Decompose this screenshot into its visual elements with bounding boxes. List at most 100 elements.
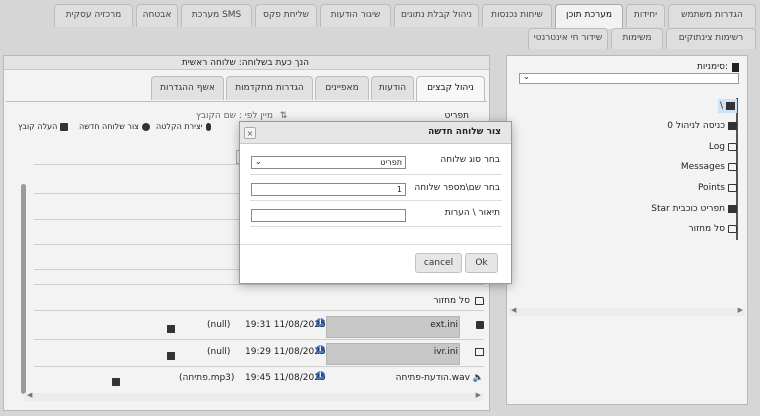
dialog-title: צור שלוחה חדשה	[428, 127, 501, 137]
divider	[250, 226, 502, 227]
tab-tasks[interactable]: משימות	[611, 28, 663, 49]
external-link-icon	[728, 121, 737, 130]
scroll-right-icon: ▶	[475, 391, 481, 399]
menu-type-label: תפריט	[444, 111, 469, 121]
tab-incoming-calls[interactable]: שיחות נכנסות	[482, 4, 552, 27]
file-size: (null)	[207, 347, 231, 357]
subtab-messages[interactable]: הודעות	[371, 76, 414, 100]
file-date: 19:31 11/08/2025	[245, 320, 326, 330]
close-icon[interactable]: ×	[244, 127, 256, 139]
trash-icon[interactable]	[112, 378, 120, 386]
scroll-right-icon: ▶	[737, 306, 743, 314]
chevron-down-icon: ⌄	[523, 72, 530, 81]
tree-item-label: Points	[697, 183, 725, 193]
current-extension-bar: הנך כעת בשלוחה: שלוחה ראשית	[4, 56, 489, 70]
bookmarks-label-row: סימניות:	[697, 62, 739, 72]
subtab-settings-wizard[interactable]: אשף ההגדרות	[151, 76, 224, 100]
tree-item-label: 0 כניסה לניהול	[667, 121, 725, 131]
folder-icon	[728, 142, 737, 151]
file-name: הודעת-פתיחה.wav	[395, 373, 470, 383]
microphone-icon	[205, 122, 211, 131]
tree-root[interactable]: \	[717, 99, 737, 113]
action-recording[interactable]: יצירת הקלטה	[156, 122, 211, 131]
sort-control[interactable]: מיין לפי : שם הקובץ ⇅	[196, 111, 287, 121]
description-input[interactable]	[251, 209, 406, 222]
tab-data-collection[interactable]: ניהול קבלת נתונים	[394, 4, 479, 27]
tree-item-label: סל מחזור	[688, 224, 725, 234]
extension-type-label: בחר סוג שלוחה	[440, 155, 500, 165]
tree-item-points[interactable]: Points	[698, 181, 737, 195]
action-new-extension[interactable]: צור שלוחה חדשה	[79, 122, 150, 131]
file-name: ext.ini	[430, 320, 458, 330]
folder-icon	[475, 297, 484, 305]
tree-item-admin-entry[interactable]: 0 כניסה לניהול	[667, 119, 737, 133]
upload-label: העלה קובץ	[18, 122, 58, 131]
file-date: 19:45 11/08/2025	[245, 373, 326, 383]
new-extension-label: צור שלוחה חדשה	[79, 122, 139, 131]
tab-sms-system[interactable]: מערכת SMS	[181, 4, 252, 27]
sort-label: מיין לפי : שם הקובץ	[196, 111, 273, 121]
tab-user-settings[interactable]: הגדרות משתמש	[668, 4, 756, 27]
subtab-properties[interactable]: מאפיינים	[315, 76, 369, 100]
tab-content-system[interactable]: מערכת תוכן	[555, 4, 623, 29]
bookmarks-select[interactable]: ⌄	[519, 72, 739, 84]
list-item-recycle-folder[interactable]: סל מחזור	[34, 292, 484, 312]
subtab-file-management[interactable]: ניהול קבצים	[416, 76, 485, 102]
subtab-advanced-settings[interactable]: הגדרות מתקדמות	[226, 76, 313, 100]
main-tab-bar: מרכזיה עסקית אבטחה מערכת SMS שליחת פקס ש…	[0, 0, 760, 50]
bookmark-icon	[732, 63, 739, 72]
trash-icon[interactable]	[167, 352, 175, 360]
tree-item-messages[interactable]: Messages	[681, 160, 737, 174]
file-list-vertical-scrollbar[interactable]	[21, 184, 26, 394]
tree-item-label: Log	[708, 142, 725, 152]
extension-name-value: 1	[396, 185, 402, 194]
folder-icon	[728, 183, 737, 192]
file-name: ivr.ini	[433, 347, 458, 357]
tree-horizontal-scrollbar[interactable]: ◀ ▶	[509, 306, 745, 316]
extension-name-input[interactable]: 1	[251, 183, 406, 196]
tab-send-messages[interactable]: שיגור הודעות	[320, 4, 391, 27]
folder-open-icon	[726, 101, 735, 110]
tab-fax[interactable]: שליחת פקס	[255, 4, 317, 27]
recycle-folder-label: סל מחזור	[433, 296, 470, 306]
action-upload[interactable]: העלה קובץ	[18, 122, 69, 131]
tab-security[interactable]: אבטחה	[136, 4, 178, 27]
speaker-icon: 🔈	[472, 373, 484, 383]
scroll-left-icon: ◀	[27, 391, 33, 399]
file-date: 19:29 11/08/2025	[245, 347, 326, 357]
chevron-down-icon: ⌄	[255, 157, 262, 166]
table-row[interactable]: ivr.ini i 19:29 11/08/2025 (null)	[34, 343, 484, 365]
upload-icon	[60, 122, 69, 131]
cancel-button[interactable]: cancel	[415, 253, 462, 273]
file-size: (פתיחה.mp3)	[179, 373, 235, 383]
extension-type-select[interactable]: ⌄ תפריט	[251, 156, 406, 169]
tab-units[interactable]: יחידות	[626, 4, 665, 27]
folder-tree-panel: סימניות: ⌄ \ 0 כניסה לניהול Log Messages…	[506, 55, 748, 405]
tree-item-log[interactable]: Log	[709, 140, 737, 154]
table-row[interactable]: הודעת-פתיחה.wav 🔈 i 19:45 11/08/2025 (פת…	[34, 369, 484, 389]
current-extension-text: הנך כעת בשלוחה: שלוחה ראשית	[181, 58, 309, 68]
tree-item-recycle-bin[interactable]: סל מחזור	[689, 222, 737, 236]
document-icon	[475, 348, 484, 356]
trash-icon[interactable]	[167, 325, 175, 333]
tab-ping-lists[interactable]: רשימות צינתוקים	[666, 28, 756, 49]
ok-button[interactable]: Ok	[465, 253, 498, 273]
recording-label: יצירת הקלטה	[156, 122, 203, 131]
extension-name-label: בחר שם\מספר שלוחה	[414, 183, 500, 193]
tab-live-broadcast[interactable]: שידור חי אינטרנטי	[528, 28, 608, 49]
external-link-icon	[728, 204, 737, 213]
file-list-horizontal-scrollbar[interactable]: ◀ ▶	[24, 391, 484, 401]
folder-icon	[728, 224, 737, 233]
plus-circle-icon	[141, 122, 150, 131]
extension-type-value: תפריט	[380, 158, 402, 167]
tree-item-star-menu[interactable]: Star תפריט כוכבית	[651, 202, 737, 216]
tab-business-pbx[interactable]: מרכזיה עסקית	[54, 4, 133, 27]
divider	[250, 200, 502, 201]
scroll-left-icon: ◀	[511, 306, 517, 314]
table-row[interactable]: ext.ini i 19:31 11/08/2025 (null)	[34, 316, 484, 338]
divider	[250, 174, 502, 175]
gear-file-icon	[476, 321, 484, 329]
file-size: (null)	[207, 320, 231, 330]
tree-item-label: Star תפריט כוכבית	[651, 204, 725, 214]
tree-item-label: Messages	[680, 162, 725, 172]
